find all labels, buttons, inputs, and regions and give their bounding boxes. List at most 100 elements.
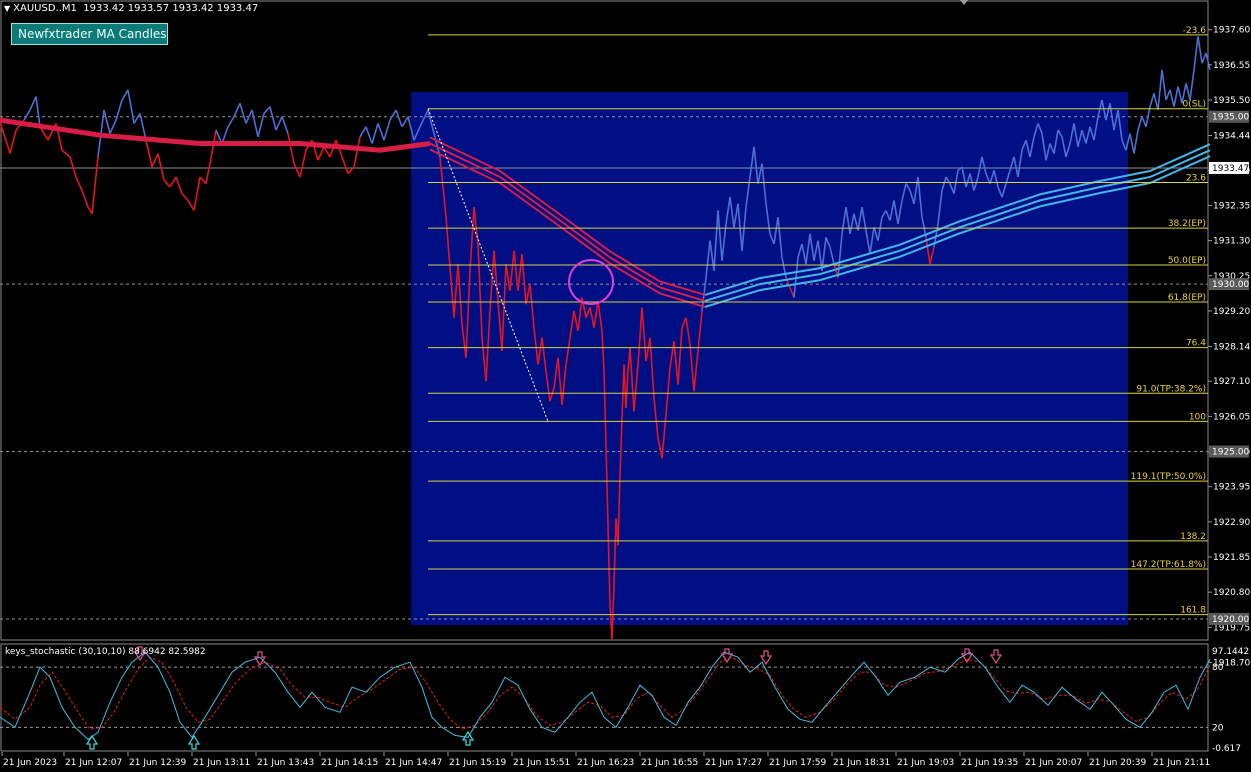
price-segment	[193, 176, 201, 211]
window-shift-marker	[960, 0, 968, 5]
chart-header: ▼ XAUUSD..M1 1933.42 1933.57 1933.42 1933…	[4, 3, 258, 14]
price-segment	[109, 119, 117, 134]
fib-level-label: 147.2(TP:61.8%)	[1131, 560, 1206, 570]
oscillator-axis-label: 97.1442	[1212, 647, 1249, 657]
fib-level-label: 119.1(TP:50.0%)	[1131, 472, 1206, 482]
price-tick-label: 1935.50	[1213, 96, 1250, 106]
price-tick-label: 1936.55	[1213, 61, 1250, 71]
price-segment	[1137, 116, 1143, 131]
price-segment	[1161, 69, 1167, 101]
time-tick-label: 21 Jun 19:35	[961, 758, 1018, 768]
price-segment	[227, 116, 235, 128]
price-segment	[1141, 116, 1147, 128]
price-segment	[269, 106, 277, 131]
price-segment	[1177, 86, 1183, 104]
fib-level-label: 100	[1189, 412, 1206, 422]
price-segment	[187, 200, 195, 211]
price-segment	[1149, 93, 1155, 107]
time-tick-label: 21 Jun 13:11	[193, 758, 250, 768]
price-tick-label: 1929.20	[1213, 307, 1250, 317]
price-tick-label: 1937.60	[1213, 26, 1250, 36]
price-segment	[1197, 36, 1203, 64]
price-segment	[175, 176, 183, 195]
stochastic-main-line	[0, 651, 1211, 741]
level-price-text: 1935.00	[1212, 113, 1249, 123]
price-segment	[275, 116, 283, 131]
price-tick-label: 1923.95	[1213, 483, 1250, 493]
price-segment	[9, 129, 17, 154]
price-tick-label: 1928.14	[1213, 342, 1250, 352]
price-segment	[1173, 86, 1179, 107]
price-tick-label: 1922.90	[1213, 518, 1250, 528]
fibonacci-zone	[411, 92, 1128, 625]
time-tick-label: 21 Jun 17:59	[769, 758, 826, 768]
time-tick-label: 21 Jun 21:11	[1153, 758, 1210, 768]
fib-level-label: 91.0(TP:38.2%)	[1136, 384, 1206, 394]
fib-level-label: 76.4	[1186, 339, 1206, 349]
price-segment	[127, 89, 135, 124]
fib-level-label: 23.6	[1186, 174, 1206, 184]
price-segment	[5, 139, 11, 154]
fib-level-label: 138.2	[1180, 532, 1206, 542]
price-segment	[1189, 69, 1195, 101]
oscillator-axis-label: 20	[1212, 723, 1224, 733]
price-tick-label: 1934.44	[1213, 131, 1250, 141]
sell-arrow-icon	[989, 649, 1003, 665]
price-segment	[1129, 133, 1135, 154]
menu-triangle-icon[interactable]: ▼	[4, 4, 10, 13]
price-tick-label: 1927.10	[1213, 377, 1250, 387]
current-price-text: 1933.47	[1212, 164, 1249, 174]
sell-arrow-icon	[759, 650, 773, 666]
price-segment	[1157, 69, 1163, 111]
price-segment	[383, 119, 391, 141]
time-tick-label: 21 Jun 14:47	[385, 758, 442, 768]
price-segment	[1185, 83, 1191, 101]
price-segment	[169, 176, 177, 188]
time-tick-label: 21 Jun 15:51	[513, 758, 570, 768]
oscillator-values: 88.6942 82.5982	[128, 647, 206, 657]
price-segment	[133, 112, 141, 124]
price-segment	[395, 109, 403, 128]
price-segment	[1133, 129, 1139, 154]
time-tick-label: 21 Jun 16:23	[577, 758, 634, 768]
price-segment	[239, 103, 247, 124]
price-segment	[1169, 89, 1175, 107]
buy-arrow-icon	[187, 734, 201, 750]
price-segment	[317, 146, 325, 161]
price-segment	[401, 116, 409, 128]
price-tick-label: 1921.85	[1213, 553, 1250, 563]
time-tick-label: 21 Jun 12:39	[129, 758, 186, 768]
chart-window[interactable]: -23.6 0(SL) 23.6 38.2(EP) 50.0(EP) 61.8(EP) 76…	[0, 0, 1251, 772]
price-segment	[341, 156, 349, 174]
price-segment	[23, 109, 31, 121]
price-segment	[181, 193, 189, 201]
time-tick-label: 21 Jun 18:31	[833, 758, 890, 768]
price-segment	[29, 96, 37, 111]
price-segment	[1165, 89, 1171, 101]
price-segment	[75, 176, 83, 191]
price-segment	[35, 96, 41, 127]
price-segment	[365, 126, 373, 144]
price-segment	[233, 103, 241, 118]
price-segment	[263, 106, 271, 114]
price-segment	[145, 140, 153, 168]
price-segment	[209, 129, 217, 164]
time-tick-label: 21 Jun 15:19	[449, 758, 506, 768]
fib-level-label: 61.8(EP)	[1168, 293, 1206, 303]
buy-arrow-icon	[461, 730, 475, 746]
oscillator-axis-label: 80	[1212, 663, 1224, 673]
fib-level-label: 38.2(EP)	[1168, 219, 1206, 229]
fib-level-label: 0(SL)	[1183, 100, 1206, 110]
oscillator-title: keys_stochastic (30,10,10)	[5, 647, 126, 657]
price-segment	[359, 126, 367, 138]
price-segment	[287, 133, 295, 164]
price-segment	[151, 153, 159, 168]
level-price-text: 1925.00	[1212, 448, 1249, 458]
oscillator-header: keys_stochastic (30,10,10) 88.6942 82.59…	[5, 647, 206, 657]
oscillator-axis-label: -0.617	[1212, 744, 1241, 754]
ma-candles-button[interactable]: Newfxtrader MA Candles	[11, 23, 168, 45]
price-tick-label: 1926.05	[1213, 412, 1250, 422]
oscillator-plot-frame	[0, 643, 1209, 752]
price-segment	[281, 116, 289, 134]
price-segment	[353, 136, 361, 168]
